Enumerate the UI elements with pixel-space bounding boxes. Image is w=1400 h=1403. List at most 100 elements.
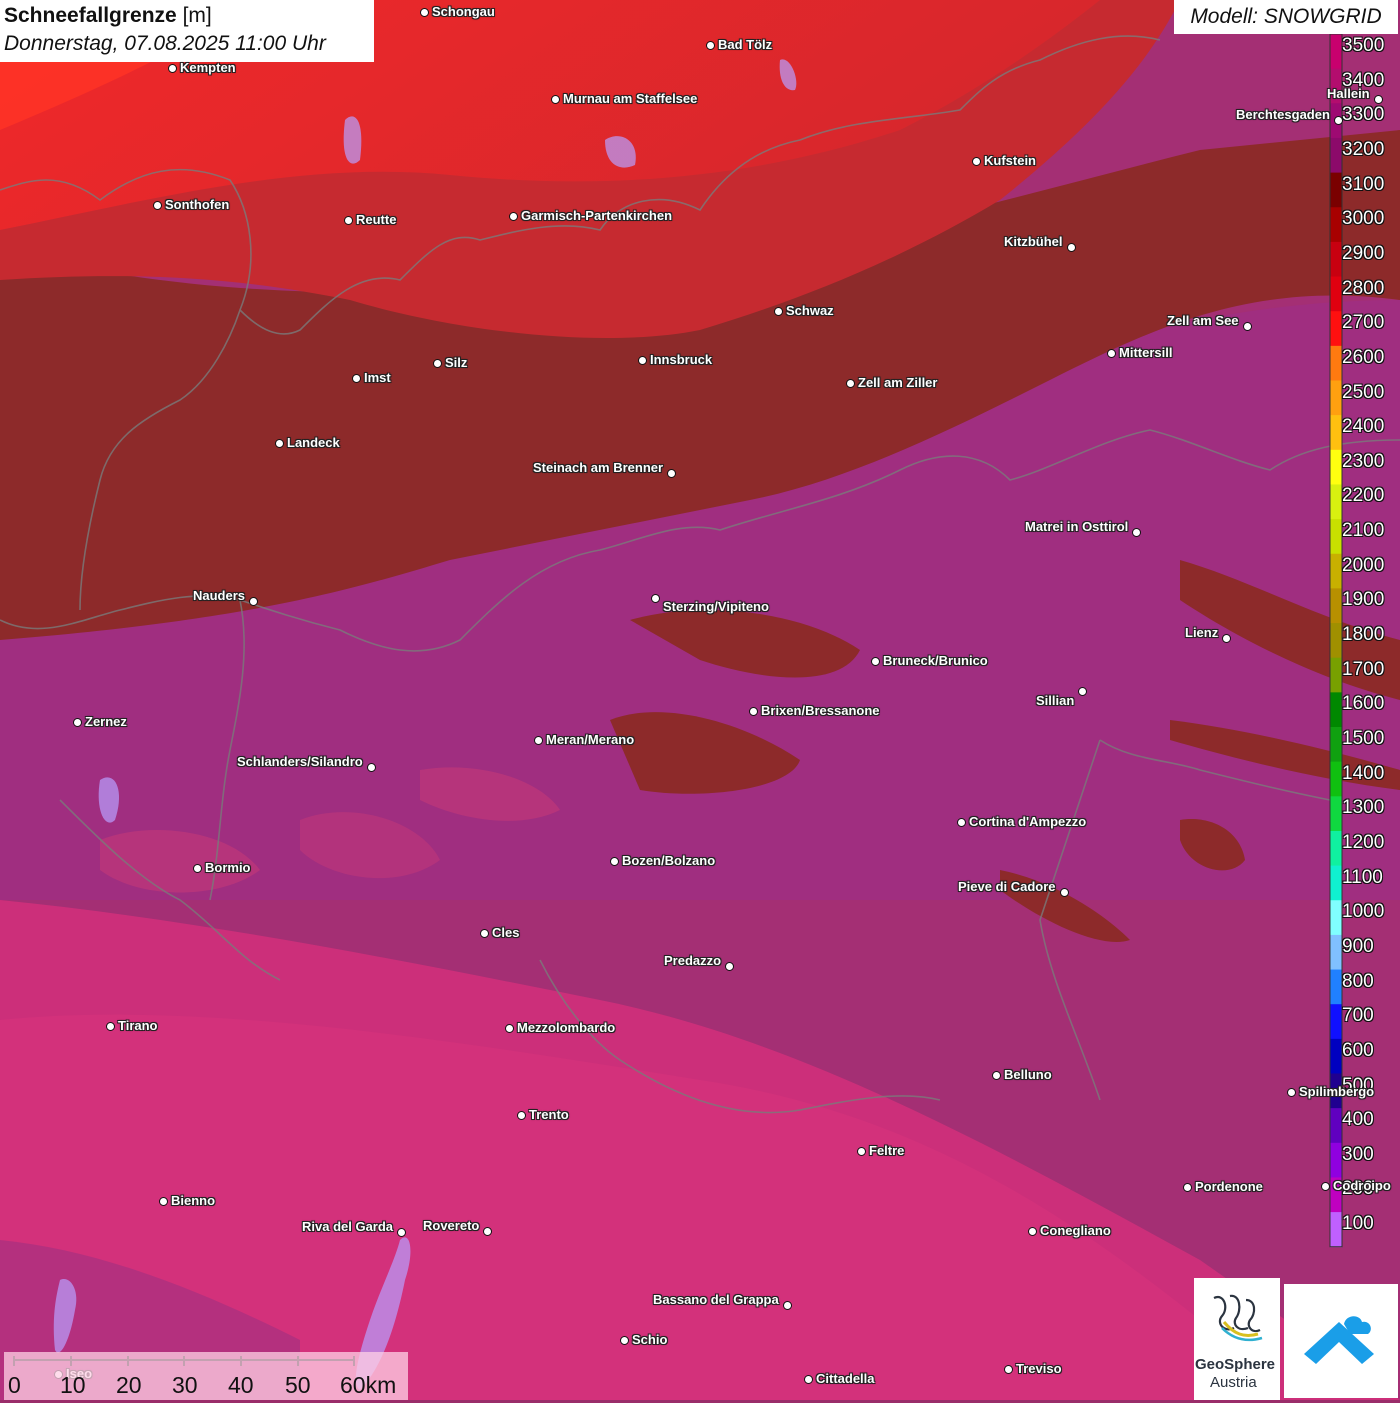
legend-value: 2400 <box>1342 416 1385 438</box>
legend-swatch <box>1330 1212 1342 1248</box>
legend-swatch <box>1330 172 1342 208</box>
city-label: Garmisch-Partenkirchen <box>521 208 673 223</box>
city-label: Bozen/Bolzano <box>622 853 716 868</box>
map-datetime: Donnerstag, 07.08.2025 11:00 Uhr <box>4 32 326 55</box>
scale-label: 60km <box>340 1372 397 1398</box>
city-label: Predazzo <box>664 953 722 968</box>
legend-value: 1500 <box>1342 728 1385 749</box>
city-marker-icon <box>620 1336 629 1345</box>
legend-swatch <box>1330 761 1342 797</box>
app-logo[interactable] <box>1284 1284 1398 1398</box>
legend-value: 3200 <box>1342 138 1385 160</box>
legend-swatch <box>1330 969 1342 1005</box>
geosphere-sub: Austria <box>1210 1374 1257 1391</box>
scale-label: 0 <box>8 1372 21 1398</box>
city-label: Zernez <box>85 714 127 729</box>
city-label: Matrei in Osttirol <box>1025 519 1129 534</box>
legend-value: 2900 <box>1342 242 1385 264</box>
legend-swatch <box>1330 553 1342 589</box>
legend-swatch <box>1330 796 1342 832</box>
city-label: Trento <box>529 1107 569 1122</box>
scale-bar: 0 10 20 30 40 50 60km <box>4 1352 408 1400</box>
city-label: Sillian <box>1036 693 1075 708</box>
city-label: Sonthofen <box>165 197 230 212</box>
city-label: Reutte <box>356 212 397 227</box>
city-marker-icon <box>480 929 489 938</box>
legend-value: 1100 <box>1342 866 1383 888</box>
legend-swatch <box>1330 137 1342 174</box>
city-label: Rovereto <box>423 1218 480 1233</box>
city-marker-icon <box>1132 528 1141 537</box>
city-marker-icon <box>725 962 734 971</box>
city-label: Hallein <box>1327 86 1370 101</box>
city-marker-icon <box>367 763 376 772</box>
legend-swatch <box>1330 484 1342 520</box>
legend-value: 2600 <box>1342 346 1385 368</box>
city-label: Cittadella <box>816 1371 875 1386</box>
legend-value: 3300 <box>1342 104 1385 126</box>
city-label: Brixen/Bressanone <box>761 703 880 718</box>
legend-swatch <box>1330 207 1342 243</box>
city-marker-icon <box>1243 322 1252 331</box>
city-marker-icon <box>972 157 981 166</box>
city-label: Berchtesgaden <box>1236 107 1330 122</box>
city-marker-icon <box>1067 243 1076 252</box>
city-marker-icon <box>397 1228 406 1237</box>
city-marker-icon <box>153 201 162 210</box>
city-label: Murnau am Staffelsee <box>563 91 698 106</box>
city-marker-icon <box>1287 1088 1296 1097</box>
city-label: Spilimbergo <box>1299 1084 1375 1099</box>
city-label: Nauders <box>193 588 246 603</box>
city-label: Landeck <box>287 435 340 450</box>
city-marker-icon <box>159 1197 168 1206</box>
legend-value: 2800 <box>1342 277 1385 299</box>
legend-swatch <box>1330 727 1342 763</box>
legend-value: 3000 <box>1342 208 1385 230</box>
city-marker-icon <box>534 736 543 745</box>
city-marker-icon <box>783 1301 792 1310</box>
city-label: Feltre <box>869 1143 905 1158</box>
geosphere-logo[interactable]: GeoSphere Austria <box>1194 1278 1280 1400</box>
legend-value: 2200 <box>1342 485 1385 507</box>
city-marker-icon <box>1183 1183 1192 1192</box>
legend-value: 1200 <box>1342 831 1385 853</box>
city-marker-icon <box>957 818 966 827</box>
legend-value: 1800 <box>1342 624 1385 646</box>
scale-label: 40 <box>228 1372 254 1398</box>
city-marker-icon <box>106 1022 115 1031</box>
city-marker-icon <box>505 1024 514 1033</box>
legend-swatch <box>1330 311 1342 347</box>
city-marker-icon <box>1374 95 1383 104</box>
city-label: Sterzing/Vipiteno <box>663 599 769 614</box>
city-marker-icon <box>249 597 258 606</box>
legend-value: 300 <box>1342 1143 1374 1165</box>
city-marker-icon <box>1060 888 1069 897</box>
city-marker-icon <box>774 307 783 316</box>
city-label: Schongau <box>432 4 495 19</box>
legend-swatch <box>1330 657 1342 693</box>
city-marker-icon <box>509 212 518 221</box>
legend-value: 1000 <box>1342 901 1385 923</box>
scale-label: 20 <box>116 1372 142 1398</box>
city-label: Bruneck/Brunico <box>883 653 988 668</box>
city-marker-icon <box>551 95 560 104</box>
city-label: Silz <box>445 355 468 370</box>
legend-swatch <box>1330 1038 1342 1074</box>
city-label: Schio <box>632 1332 668 1347</box>
legend-swatch <box>1330 449 1342 485</box>
legend-swatch <box>1330 34 1342 70</box>
city-label: Bormio <box>205 860 251 875</box>
city-label: Riva del Garda <box>302 1219 394 1234</box>
legend-value: 100 <box>1342 1213 1374 1235</box>
city-label: Steinach am Brenner <box>533 460 664 475</box>
legend-swatch <box>1330 830 1342 867</box>
city-marker-icon <box>992 1071 1001 1080</box>
city-marker-icon <box>168 64 177 73</box>
legend-swatch <box>1330 900 1342 936</box>
legend-swatch <box>1330 276 1342 312</box>
city-label: Conegliano <box>1040 1223 1111 1238</box>
legend-value: 400 <box>1342 1109 1374 1131</box>
legend-swatch <box>1330 1004 1342 1040</box>
legend-value: 700 <box>1342 1005 1374 1027</box>
legend-value: 900 <box>1342 935 1374 957</box>
